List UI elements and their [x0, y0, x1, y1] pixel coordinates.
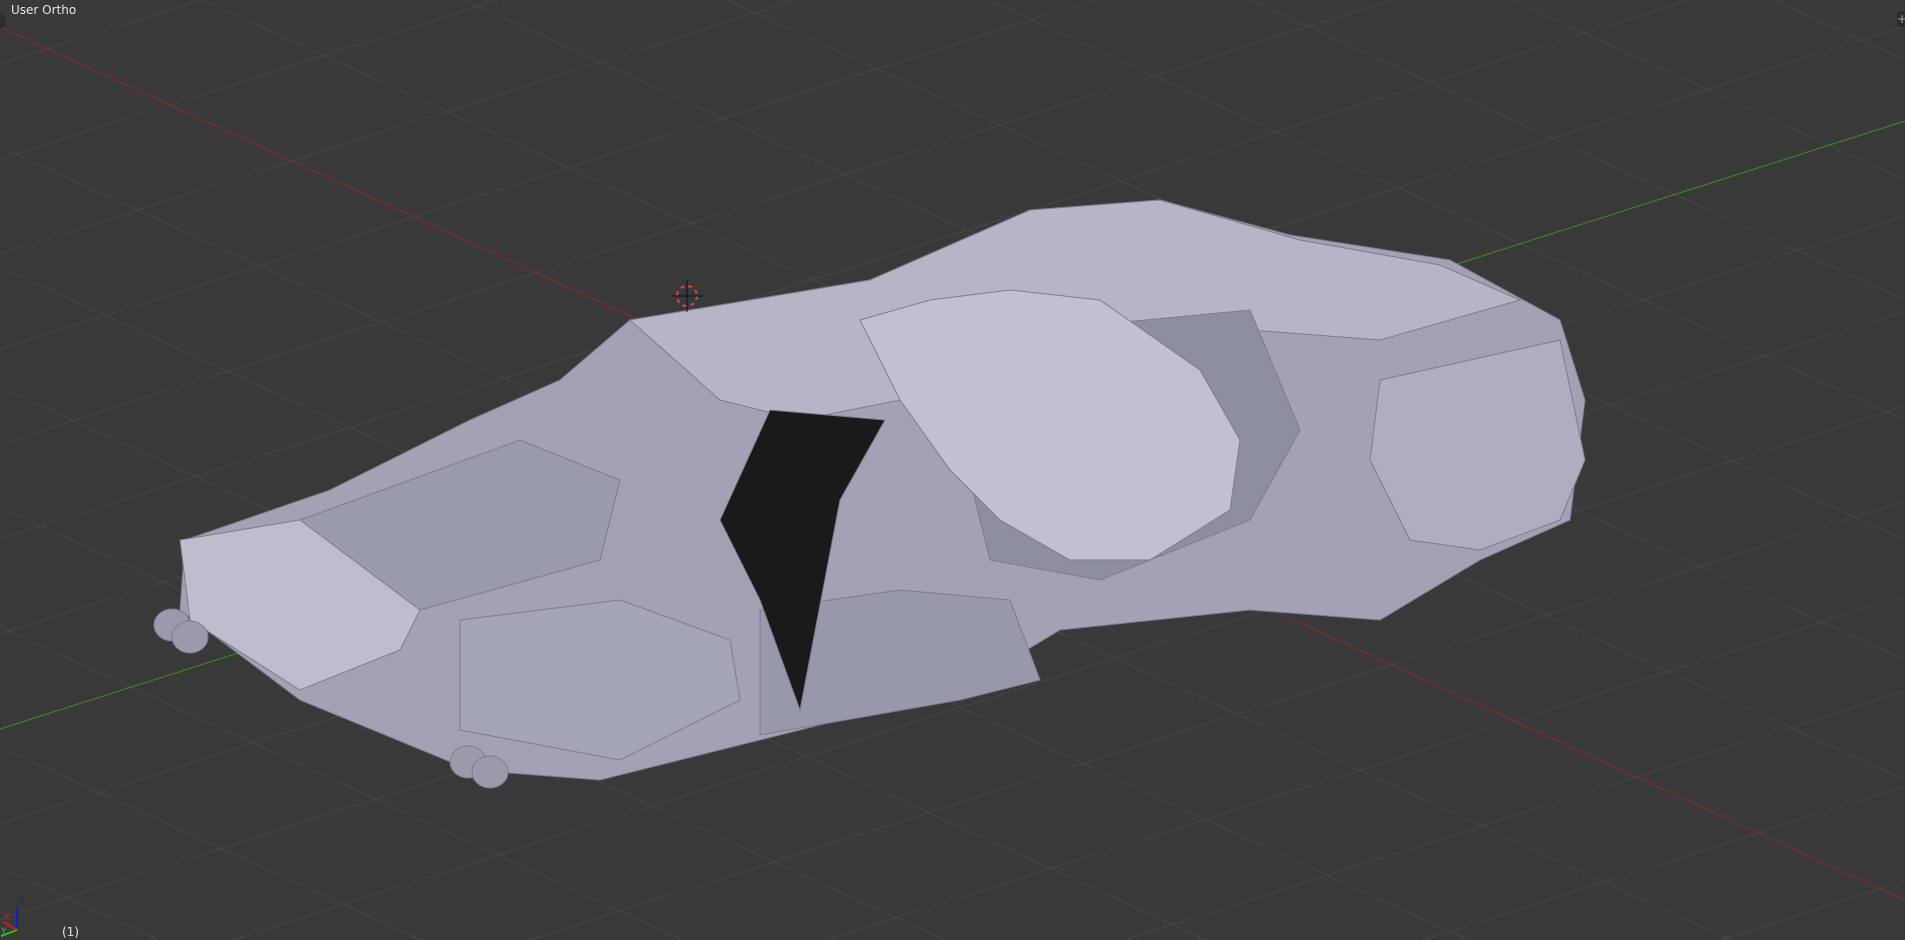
view-name-label: User Ortho	[11, 3, 77, 17]
properties-toggle-plus-icon[interactable]: +	[1897, 11, 1905, 27]
grid-line	[0, 746, 422, 940]
viewport-canvas[interactable]: Z X Y	[0, 0, 1905, 940]
axis-gizmo: Z X Y	[0, 896, 25, 937]
3d-cursor-icon[interactable]	[671, 280, 703, 312]
toolshelf-toggle[interactable]	[0, 14, 5, 28]
grid-line	[0, 0, 796, 255]
gizmo-z-label: Z	[18, 896, 25, 907]
grid-line	[1124, 690, 1905, 940]
gizmo-y-label: Y	[0, 927, 7, 937]
grid-line	[1422, 785, 1905, 940]
gizmo-x-label: X	[3, 912, 10, 923]
grid-line	[1719, 880, 1905, 940]
3d-viewport[interactable]: Z X Y + User Ortho (1)	[0, 0, 1905, 940]
car-mesh[interactable]	[153, 199, 1586, 789]
grid-line	[1773, 0, 1905, 61]
frame-label: (1)	[62, 925, 79, 939]
grid-line	[1511, 0, 1905, 181]
grid-line	[0, 0, 499, 160]
